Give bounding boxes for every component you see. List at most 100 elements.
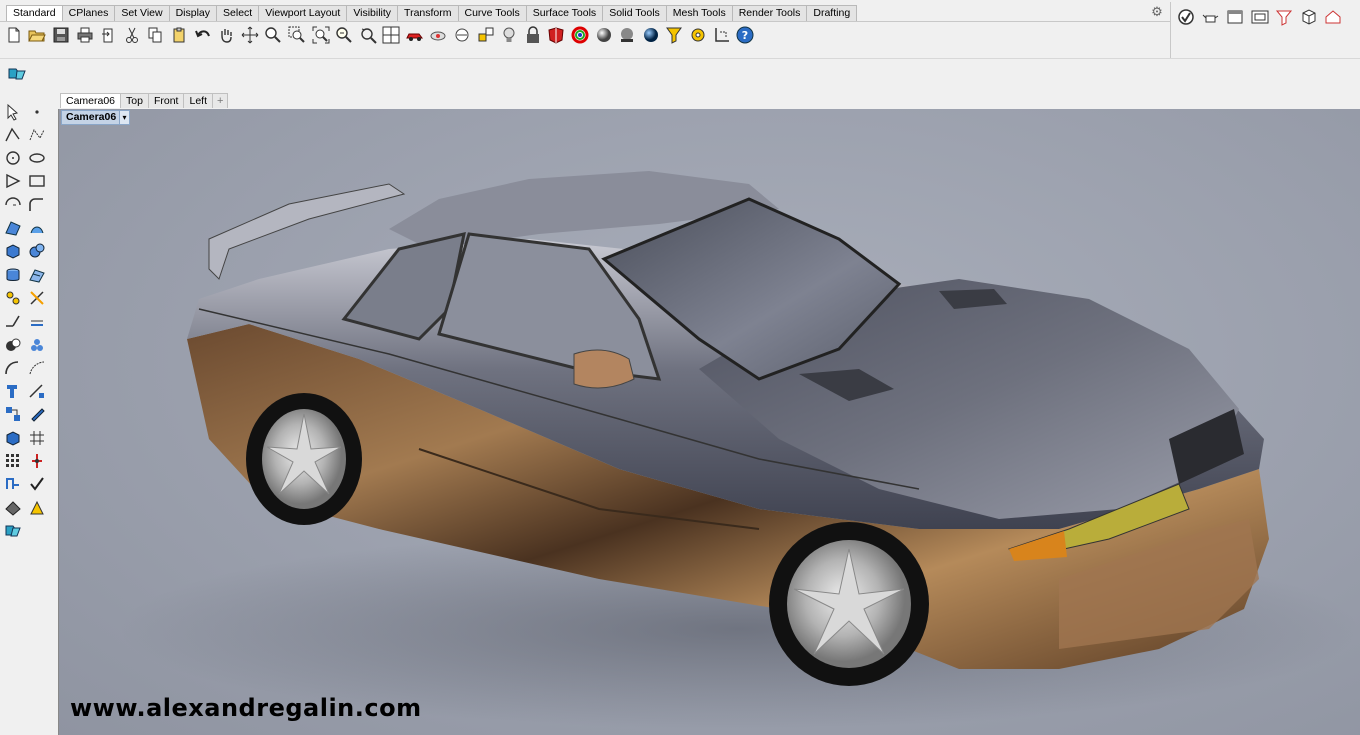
add-viewport-tab-icon[interactable]: +	[212, 93, 229, 108]
viewport-frame-icon[interactable]	[1248, 6, 1273, 28]
sphere-icon[interactable]	[26, 241, 48, 262]
render-icon[interactable]	[615, 24, 639, 46]
undo-icon[interactable]	[191, 24, 215, 46]
analyze-icon[interactable]	[2, 474, 24, 495]
polyline-icon[interactable]	[2, 124, 24, 145]
new-file-icon[interactable]	[2, 24, 26, 46]
tab-transform[interactable]: Transform	[397, 5, 459, 21]
trim-icon[interactable]	[26, 287, 48, 308]
zoom-extents-icon[interactable]	[309, 24, 333, 46]
text-icon[interactable]	[2, 381, 24, 402]
transform-icon[interactable]	[2, 404, 24, 425]
tab-set-view[interactable]: Set View	[114, 5, 170, 21]
gear-icon[interactable]: ⚙	[1150, 5, 1164, 19]
four-viewports-icon[interactable]	[380, 24, 404, 46]
funnel-icon[interactable]	[663, 24, 687, 46]
paste-icon[interactable]	[167, 24, 191, 46]
mesh-icon[interactable]	[26, 264, 48, 285]
tab-solid-tools[interactable]: Solid Tools	[602, 5, 667, 21]
cut-icon[interactable]	[120, 24, 144, 46]
viewport-title[interactable]: Camera06	[61, 110, 122, 125]
edit-icon[interactable]	[26, 404, 48, 425]
command-history-icon[interactable]	[5, 63, 29, 85]
options-icon[interactable]	[686, 24, 710, 46]
help-icon[interactable]: ?	[733, 24, 757, 46]
loft-icon[interactable]	[26, 218, 48, 239]
globe-icon[interactable]	[639, 24, 663, 46]
viewport-tab-top[interactable]: Top	[120, 93, 149, 108]
funnel-red-icon[interactable]	[1272, 6, 1297, 28]
zoom-selected-icon[interactable]	[332, 24, 356, 46]
tab-visibility[interactable]: Visibility	[346, 5, 399, 21]
tab-cplanes[interactable]: CPlanes	[61, 5, 116, 21]
open-folder-icon[interactable]	[26, 24, 50, 46]
copy-icon[interactable]	[144, 24, 168, 46]
light-bulb-icon[interactable]	[497, 24, 521, 46]
viewport-tab-left[interactable]: Left	[183, 93, 213, 108]
polygon-icon[interactable]	[2, 171, 24, 192]
surface-icon[interactable]	[2, 218, 24, 239]
teapot-icon[interactable]	[1199, 6, 1224, 28]
array-icon[interactable]	[2, 451, 24, 472]
circle-icon[interactable]	[2, 148, 24, 169]
viewport-camera[interactable]: Camera06 ▾ www.alexandregalin.com	[58, 109, 1360, 735]
tab-curve-tools[interactable]: Curve Tools	[457, 5, 527, 21]
car-icon[interactable]	[403, 24, 427, 46]
solid-box-icon[interactable]	[2, 427, 24, 448]
pan-hand-icon[interactable]	[214, 24, 238, 46]
zoom-icon[interactable]	[262, 24, 286, 46]
gumball-icon[interactable]	[26, 451, 48, 472]
box-icon[interactable]	[2, 241, 24, 262]
print-icon[interactable]	[73, 24, 97, 46]
select-arrow-icon[interactable]	[2, 101, 24, 122]
solid-ops-icon[interactable]	[26, 334, 48, 355]
curve-points-icon[interactable]	[26, 124, 48, 145]
tab-standard[interactable]: Standard	[6, 5, 63, 21]
blend-icon[interactable]	[26, 357, 48, 378]
tab-viewport-layout[interactable]: Viewport Layout	[258, 5, 348, 21]
import-icon[interactable]	[96, 24, 120, 46]
check-icon[interactable]	[1174, 6, 1199, 28]
color-wheel-icon[interactable]	[568, 24, 592, 46]
arc-icon[interactable]	[2, 194, 24, 215]
cube-icon[interactable]	[1297, 6, 1322, 28]
point-icon[interactable]	[26, 101, 48, 122]
house-icon[interactable]	[1321, 6, 1346, 28]
viewport-tab-front[interactable]: Front	[147, 93, 185, 108]
material-icon[interactable]	[545, 24, 569, 46]
zoom-window-icon[interactable]	[285, 24, 309, 46]
tab-drafting[interactable]: Drafting	[806, 5, 858, 21]
extend-icon[interactable]	[2, 311, 24, 332]
snap-grid-icon[interactable]	[710, 24, 734, 46]
fillet-curve-icon[interactable]	[26, 194, 48, 215]
fillet-icon[interactable]	[2, 357, 24, 378]
tab-mesh-tools[interactable]: Mesh Tools	[665, 5, 733, 21]
viewport-tab-camera06[interactable]: Camera06	[60, 93, 122, 108]
render-tools-icon[interactable]	[26, 497, 48, 518]
tab-display[interactable]: Display	[168, 5, 218, 21]
move-icon[interactable]	[238, 24, 262, 46]
offset-icon[interactable]	[26, 311, 48, 332]
point-on-icon[interactable]	[450, 24, 474, 46]
hide-icon[interactable]	[427, 24, 451, 46]
rotate-view-icon[interactable]	[356, 24, 380, 46]
sphere-render-icon[interactable]	[592, 24, 616, 46]
tab-surface-tools[interactable]: Surface Tools	[525, 5, 604, 21]
viewport-dropdown-icon[interactable]: ▾	[119, 110, 130, 125]
save-icon[interactable]	[49, 24, 73, 46]
tab-render-tools[interactable]: Render Tools	[731, 5, 808, 21]
cylinder-icon[interactable]	[2, 264, 24, 285]
explode-icon[interactable]	[2, 287, 24, 308]
lock-icon[interactable]	[521, 24, 545, 46]
grid-icon[interactable]	[26, 427, 48, 448]
check-mark-icon[interactable]	[26, 474, 48, 495]
rectangle-icon[interactable]	[26, 171, 48, 192]
cplane-icon[interactable]	[474, 24, 498, 46]
window-icon[interactable]	[1223, 6, 1248, 28]
tab-select[interactable]: Select	[216, 5, 260, 21]
boolean-icon[interactable]	[2, 334, 24, 355]
command-icon[interactable]	[2, 520, 24, 541]
shade-icon[interactable]	[2, 497, 24, 518]
ellipse-icon[interactable]	[26, 148, 48, 169]
dimension-icon[interactable]	[26, 381, 48, 402]
